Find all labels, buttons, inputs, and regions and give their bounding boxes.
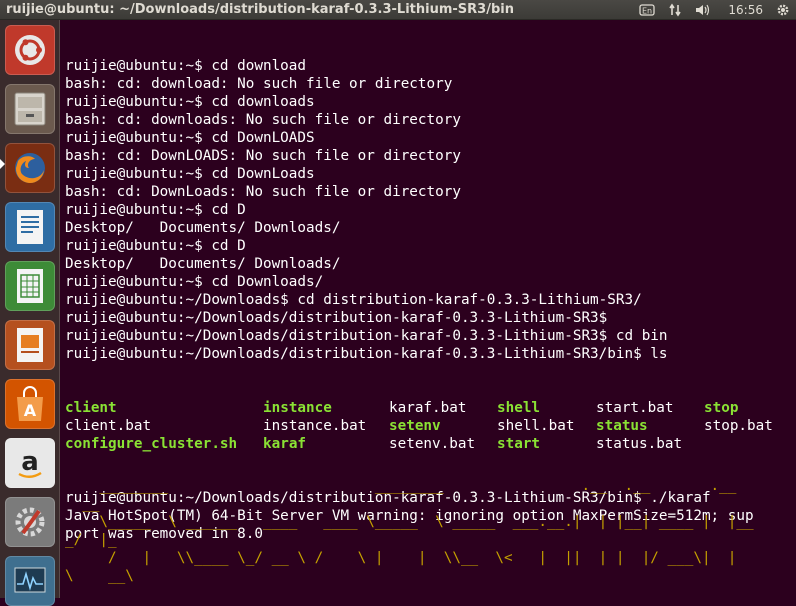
ls-listing: client instance karaf.bat shell start.bat sto…: [65, 399, 773, 453]
executable-file: instance: [263, 400, 332, 416]
executable-file: stop: [704, 400, 739, 416]
network-icon[interactable]: [668, 3, 682, 17]
file-name: client.bat: [65, 418, 152, 434]
gear-icon[interactable]: [776, 3, 790, 17]
file-name: karaf.bat: [389, 400, 467, 416]
executable-file: client: [65, 400, 117, 416]
file-name: instance.bat: [263, 418, 367, 434]
terminal-line: / | \\____ \_/ __ \ / \ | | \\__ \< | ||…: [65, 550, 737, 566]
executable-file: shell: [497, 400, 541, 416]
firefox-launcher-button[interactable]: [5, 143, 55, 193]
file-name: stop.bat: [704, 418, 773, 434]
terminal-line: ruijie@ubuntu:~$ cd DownLOADS: [65, 130, 315, 146]
terminal-line: __: [65, 496, 100, 512]
file-name: shell.bat: [497, 418, 575, 434]
terminal-line: ruijie@ubuntu:~$ cd download: [65, 58, 307, 74]
terminal-line: ruijie@ubuntu:~$ cd D: [65, 202, 246, 218]
launcher: A a: [0, 20, 60, 606]
window-title: ruijie@ubuntu: ~/Downloads/distribution-…: [6, 2, 514, 17]
terminal-line: bash: cd: DownLOADS: No such file or dir…: [65, 148, 461, 164]
terminal-line: bash: cd: DownLoads: No such file or dir…: [65, 184, 461, 200]
ls-row: client instance karaf.bat shell start.bat sto…: [65, 399, 754, 417]
file-name: start.bat: [596, 400, 674, 416]
terminal-line: ruijie@ubuntu:~/Downloads/distribution-k…: [65, 310, 608, 326]
calc-launcher-button[interactable]: [5, 261, 55, 311]
executable-file: start: [497, 436, 541, 452]
terminal-line: ruijie@ubuntu:~$ cd D: [65, 238, 246, 254]
file-name: status.bat: [596, 436, 683, 452]
terminal-line: \_____ \ ______ ____ ____ \_____ \ _____…: [65, 514, 754, 530]
indicator-area: En 16:56: [639, 3, 790, 17]
executable-file: status: [596, 418, 648, 434]
terminal-line: _/ |_: [65, 532, 117, 548]
terminal-line: ________ ________ .__ .__ .__: [65, 478, 737, 494]
terminal-line: bash: cd: download: No such file or dire…: [65, 76, 453, 92]
terminal-line: ruijie@ubuntu:~/Downloads$ cd distributi…: [65, 292, 642, 308]
clock[interactable]: 16:56: [728, 3, 763, 17]
shopping-bag-icon: A: [17, 386, 43, 421]
amazon-launcher-button[interactable]: a: [5, 438, 55, 488]
terminal-line: bash: cd: downloads: No such file or dir…: [65, 112, 461, 128]
svg-text:a: a: [21, 447, 39, 477]
ubuntu-logo-icon: [15, 35, 45, 65]
top-panel: ruijie@ubuntu: ~/Downloads/distribution-…: [0, 0, 796, 20]
executable-file: configure_cluster.sh: [65, 436, 238, 452]
ls-row: configure_cluster.sh karaf setenv.bat start…: [65, 435, 754, 453]
file-name: setenv.bat: [389, 436, 476, 452]
system-monitor-icon: [14, 567, 46, 593]
terminal-line: \ __\: [65, 568, 134, 584]
presentation-icon: [17, 328, 43, 362]
terminal-window[interactable]: ruijie@ubuntu:~$ cd download bash: cd: do…: [60, 20, 796, 598]
karaf-ascii-banner: ________ ________ .__ .__ .__ __ \_____ …: [65, 477, 754, 585]
svg-text:En: En: [642, 6, 652, 15]
impress-launcher-button[interactable]: [5, 320, 55, 370]
terminal-line: ruijie@ubuntu:~$ cd Downloads/: [65, 274, 324, 290]
system-monitor-launcher-button[interactable]: [5, 556, 55, 606]
svg-text:A: A: [24, 401, 37, 420]
ls-row: client.bat instance.bat setenv shell.bat sta…: [65, 417, 773, 435]
writer-launcher-button[interactable]: [5, 202, 55, 252]
file-cabinet-icon: [14, 92, 46, 126]
settings-launcher-button[interactable]: [5, 497, 55, 547]
terminal-line: Desktop/ Documents/ Downloads/: [65, 256, 341, 272]
ubuntu-dash-button[interactable]: [5, 25, 55, 75]
terminal-line: ruijie@ubuntu:~/Downloads/distribution-k…: [65, 328, 668, 344]
executable-file: karaf: [263, 436, 307, 452]
keyboard-icon[interactable]: En: [639, 3, 656, 17]
software-center-launcher-button[interactable]: A: [5, 379, 55, 429]
terminal-line: Desktop/ Documents/ Downloads/: [65, 220, 341, 236]
files-launcher-button[interactable]: [5, 84, 55, 134]
executable-file: setenv: [389, 418, 441, 434]
amazon-icon: a: [18, 447, 42, 478]
volume-icon[interactable]: [695, 3, 711, 17]
settings-wrench-icon: [15, 507, 45, 537]
firefox-icon: [15, 153, 45, 184]
terminal-line: ruijie@ubuntu:~$ cd DownLoads: [65, 166, 315, 182]
document-writer-icon: [17, 210, 43, 244]
terminal-line: ruijie@ubuntu:~/Downloads/distribution-k…: [65, 346, 668, 362]
terminal-line: ruijie@ubuntu:~$ cd downloads: [65, 94, 315, 110]
spreadsheet-icon: [17, 269, 43, 303]
